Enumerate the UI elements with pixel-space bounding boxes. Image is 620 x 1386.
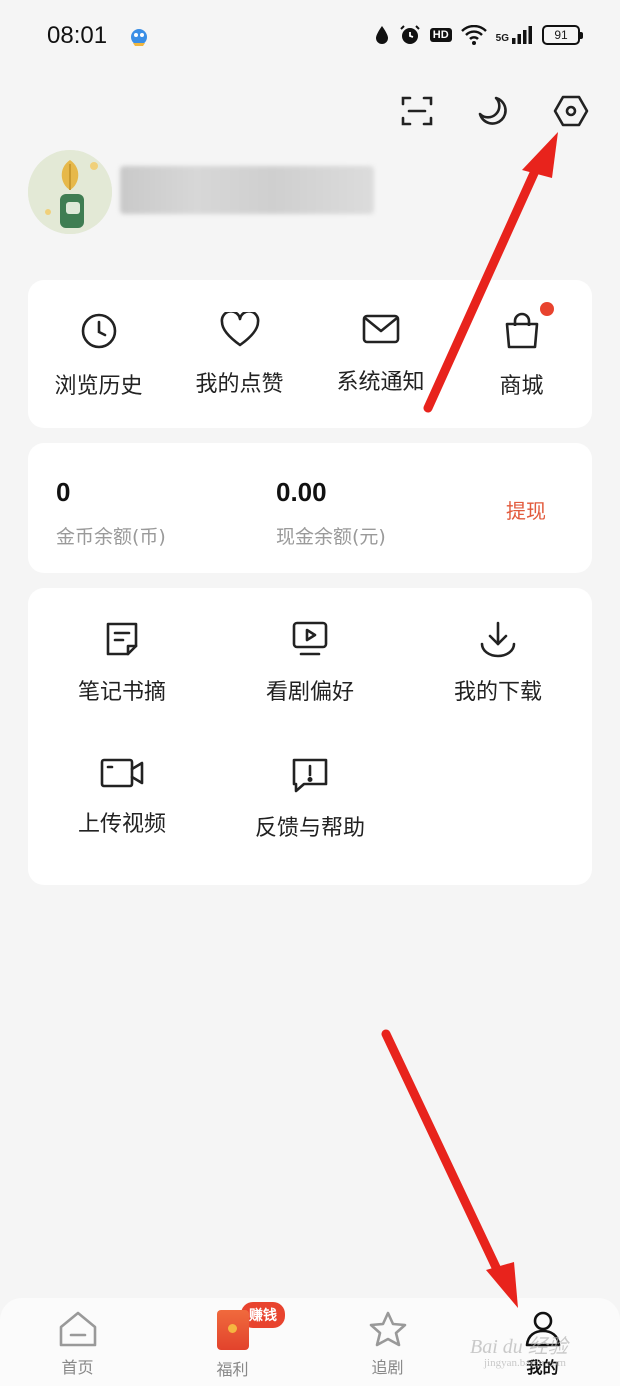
- red-envelope-icon: [216, 1310, 249, 1350]
- coin-balance[interactable]: 0 金币余额(币): [56, 477, 166, 549]
- nav-follow[interactable]: 追剧: [310, 1298, 465, 1386]
- home-icon: [59, 1311, 96, 1347]
- history-label: 浏览历史: [54, 374, 143, 399]
- mall-label: 商城: [499, 374, 544, 399]
- new-dot: [540, 302, 554, 316]
- signal-bars-icon: [512, 26, 532, 44]
- heart-icon: [220, 312, 259, 347]
- coin-balance-label: 金币余额(币): [56, 526, 166, 548]
- notifications-label: 系统通知: [336, 370, 425, 395]
- preferences-label: 看剧偏好: [265, 680, 354, 705]
- moon-icon: [478, 96, 507, 125]
- hexagon-settings-icon: [553, 95, 589, 127]
- network-type: 5G: [495, 33, 509, 44]
- status-time: 08:01: [47, 22, 108, 49]
- scan-icon: [401, 96, 433, 126]
- watermark: Bai du 经验 jingyan.baidu.com: [470, 1330, 568, 1369]
- video-camera-icon: [100, 758, 144, 788]
- nav-follow-label: 追剧: [371, 1358, 404, 1377]
- username-blurred[interactable]: [120, 166, 374, 214]
- cash-balance[interactable]: 0.00 现金余额(元): [276, 477, 386, 549]
- downloads-tool[interactable]: 我的下载: [404, 620, 592, 706]
- cash-balance-label: 现金余额(元): [276, 526, 386, 548]
- preferences-tool[interactable]: 看剧偏好: [216, 620, 404, 706]
- arrow-to-mine: [381, 1029, 518, 1308]
- tools-card: 笔记书摘 看剧偏好 我的下载 上传视频 反馈与帮助: [28, 588, 592, 885]
- wifi-icon: [460, 25, 487, 45]
- downloads-label: 我的下载: [453, 680, 542, 705]
- nav-welfare[interactable]: 赚钱 福利: [155, 1298, 310, 1386]
- notes-tool[interactable]: 笔记书摘: [28, 620, 216, 706]
- nav-welfare-label: 福利: [216, 1360, 249, 1379]
- watermark-text: Bai du 经验: [470, 1336, 568, 1358]
- status-icons: HD 5G 91: [374, 24, 583, 46]
- note-icon: [106, 622, 138, 656]
- settings-button[interactable]: [548, 88, 594, 134]
- upload-video-tool[interactable]: 上传视频: [28, 756, 216, 838]
- feedback-label: 反馈与帮助: [254, 816, 365, 841]
- quick-links-card: 浏览历史 我的点赞 系统通知 商城: [28, 280, 592, 428]
- upload-video-label: 上传视频: [77, 812, 166, 837]
- nav-home-label: 首页: [61, 1358, 94, 1377]
- alarm-icon: [400, 25, 420, 44]
- hd-badge: HD: [429, 28, 452, 42]
- avatar[interactable]: [28, 150, 112, 234]
- coin-balance-value: 0: [56, 477, 71, 507]
- battery-level: 91: [554, 28, 568, 42]
- cash-balance-value: 0.00: [276, 477, 327, 507]
- shopping-bag-icon: [505, 312, 538, 349]
- notes-label: 笔记书摘: [77, 680, 166, 705]
- history-link[interactable]: 浏览历史: [28, 280, 169, 428]
- mall-link[interactable]: 商城: [451, 280, 592, 428]
- likes-label: 我的点赞: [195, 372, 284, 397]
- feedback-tool[interactable]: 反馈与帮助: [216, 756, 404, 842]
- download-icon: [480, 621, 516, 658]
- wallet-card: 0 金币余额(币) 0.00 现金余额(元) 提现: [28, 443, 592, 573]
- mail-icon: [362, 314, 399, 344]
- star-icon: [369, 1311, 406, 1347]
- nav-home[interactable]: 首页: [0, 1298, 155, 1386]
- clock-icon: [81, 313, 116, 349]
- likes-link[interactable]: 我的点赞: [169, 280, 310, 428]
- feedback-icon: [292, 758, 328, 793]
- avatar-image: [28, 150, 112, 234]
- battery-indicator: 91: [542, 25, 583, 45]
- status-bar: 08:01 HD 5G 91: [0, 0, 620, 76]
- watermark-sub: jingyan.baidu.com: [484, 1357, 566, 1369]
- water-drop-icon: [375, 26, 388, 44]
- video-screen-icon: [292, 621, 328, 656]
- withdraw-button[interactable]: 提现: [506, 495, 546, 524]
- scan-button[interactable]: [394, 88, 440, 134]
- night-mode-button[interactable]: [470, 88, 516, 134]
- signal-group: 5G: [496, 26, 533, 44]
- notifications-link[interactable]: 系统通知: [310, 280, 451, 428]
- app-notification-icon: [131, 29, 147, 46]
